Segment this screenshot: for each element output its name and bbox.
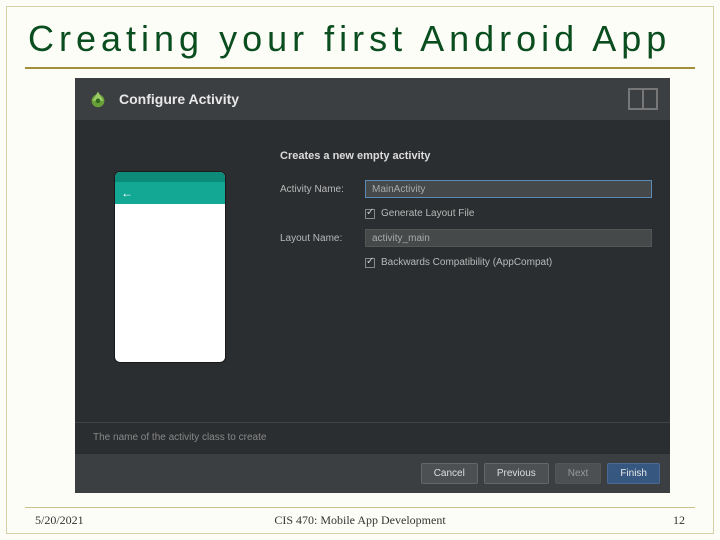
dialog-body: ← Creates a new empty activity Activity … xyxy=(75,120,670,453)
backwards-compat-checkbox[interactable] xyxy=(365,258,375,268)
layout-name-row: Layout Name: activity_main xyxy=(280,229,652,247)
preview-frame-icon xyxy=(628,88,658,110)
layout-name-label: Layout Name: xyxy=(280,233,365,244)
cancel-button[interactable]: Cancel xyxy=(421,463,478,484)
phone-preview: ← xyxy=(115,172,225,362)
next-button[interactable]: Next xyxy=(555,463,602,484)
slide-title: Creating your first Android App xyxy=(28,18,671,60)
back-arrow-icon: ← xyxy=(121,186,133,200)
generate-layout-label: Generate Layout File xyxy=(381,208,474,219)
activity-name-input[interactable]: MainActivity xyxy=(365,180,652,198)
generate-layout-row[interactable]: Generate Layout File xyxy=(365,208,652,219)
dialog-title: Configure Activity xyxy=(119,91,239,107)
android-studio-dialog: Configure Activity ← Creates a new empty… xyxy=(75,78,670,493)
dialog-footer: Cancel Previous Next Finish xyxy=(75,453,670,493)
activity-name-row: Activity Name: MainActivity xyxy=(280,180,652,198)
dialog-header: Configure Activity xyxy=(75,78,670,120)
phone-statusbar xyxy=(115,172,225,182)
form-area: Creates a new empty activity Activity Na… xyxy=(280,150,652,278)
android-studio-icon xyxy=(87,88,109,110)
title-underline xyxy=(25,67,695,69)
activity-name-label: Activity Name: xyxy=(280,184,365,195)
hint-text: The name of the activity class to create xyxy=(93,432,266,443)
backwards-compat-row[interactable]: Backwards Compatibility (AppCompat) xyxy=(365,257,652,268)
previous-button[interactable]: Previous xyxy=(484,463,549,484)
finish-button[interactable]: Finish xyxy=(607,463,660,484)
footer-course: CIS 470: Mobile App Development xyxy=(0,513,720,528)
phone-appbar: ← xyxy=(115,182,225,204)
layout-name-input[interactable]: activity_main xyxy=(365,229,652,247)
generate-layout-checkbox[interactable] xyxy=(365,209,375,219)
form-heading: Creates a new empty activity xyxy=(280,150,652,162)
backwards-compat-label: Backwards Compatibility (AppCompat) xyxy=(381,257,552,268)
footer-page-number: 12 xyxy=(673,513,685,528)
footer-line xyxy=(25,507,695,508)
hint-separator xyxy=(75,422,670,423)
